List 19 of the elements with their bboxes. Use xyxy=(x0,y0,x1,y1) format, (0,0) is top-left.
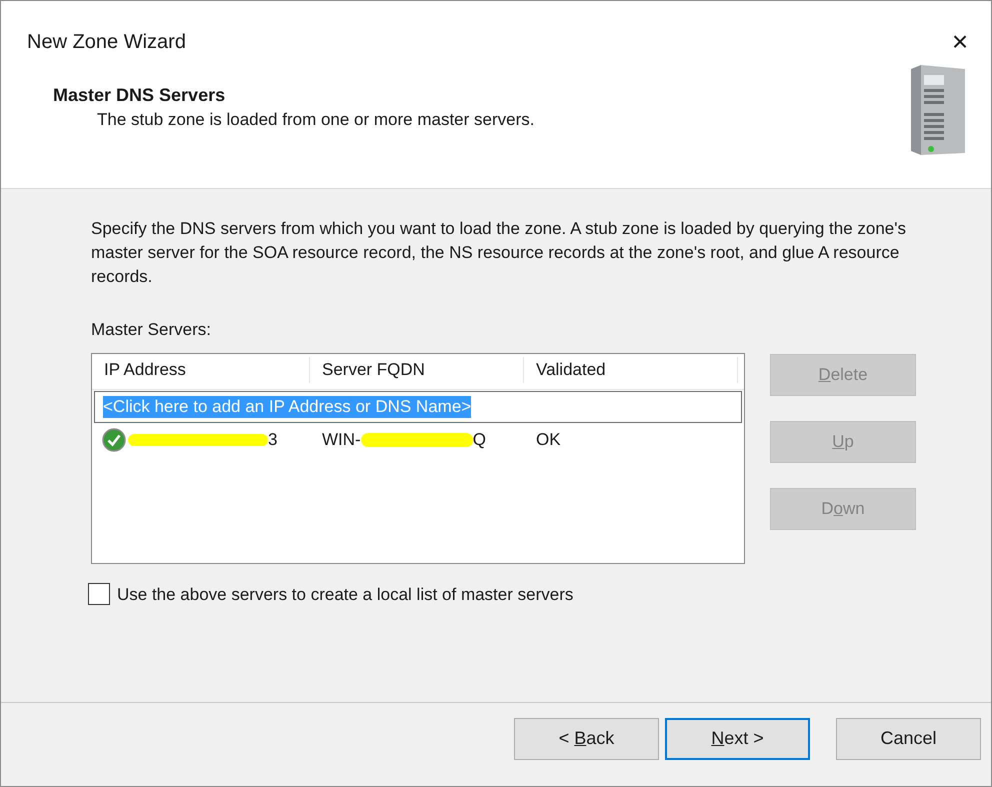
close-button[interactable]: × xyxy=(943,25,977,59)
next-button[interactable]: Next > xyxy=(665,718,810,760)
page-title: Master DNS Servers xyxy=(53,84,226,107)
column-header[interactable]: Server FQDN xyxy=(310,357,524,382)
column-header[interactable]: Validated xyxy=(524,357,738,382)
table-cell-text: WIN- xyxy=(322,428,361,451)
description-text: Specify the DNS servers from which you want to load the zone. A stub zone is loaded by querying the zone's master server for the SOA resource record, the NS resource records at the zone's root, and glue A resource records. xyxy=(91,218,907,288)
server-list[interactable]: IP Address Server FQDN Validated <Click here to add an IP Address or DNS Name> 3 WIN- Q OK xyxy=(91,352,745,564)
checkbox[interactable] xyxy=(88,583,110,606)
checkbox-label: Use the above servers to create a local list of master servers xyxy=(117,584,574,606)
cancel-button[interactable]: Cancel xyxy=(836,718,981,760)
table-cell-text: 3 xyxy=(268,428,278,451)
page-subtitle: The stub zone is loaded from one or more master servers. xyxy=(96,109,534,131)
back-button[interactable]: < Back xyxy=(514,718,659,760)
table-cell-text: Q xyxy=(472,428,486,451)
list-label: Master Servers: xyxy=(91,319,212,341)
column-header[interactable]: IP Address xyxy=(92,357,310,382)
table-cell-text: OK xyxy=(535,428,561,451)
window-title: New Zone Wizard xyxy=(27,30,186,55)
